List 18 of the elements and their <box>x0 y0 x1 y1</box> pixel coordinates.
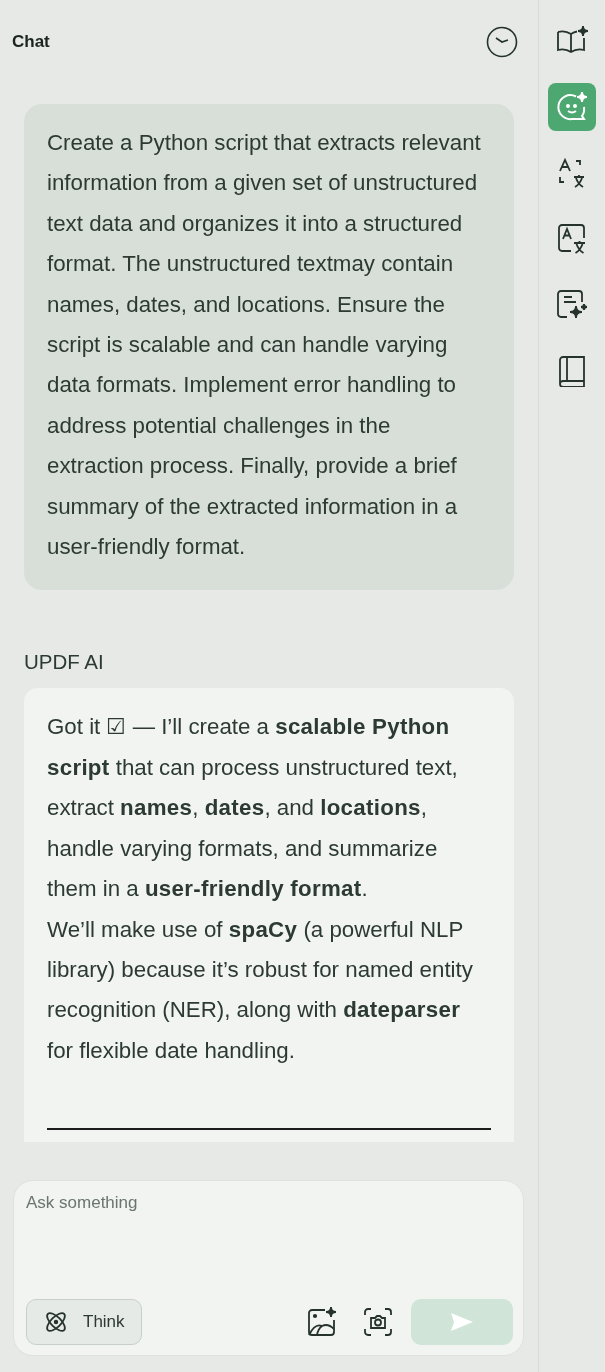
book-icon <box>558 355 586 387</box>
history-clock-icon[interactable] <box>486 26 518 58</box>
atom-icon <box>43 1309 69 1335</box>
sender-name: UPDF AI <box>24 649 105 676</box>
image-sparkle-icon[interactable] <box>307 1307 337 1337</box>
chat-sparkle-icon <box>556 91 588 123</box>
panel-title: Chat <box>12 32 50 52</box>
translate-box-icon <box>557 223 587 255</box>
ask-input-field[interactable]: Ask something <box>26 1193 326 1213</box>
message-text: Create a Python script that extracts relevant information from a given set of unstructured text data and organizes it into a structured format. The unstructured textmay contain names, dates, and locations. Ensure the script is scalable and can handle varying data formats. Implement error handling to address potential challenges in the extraction process. Finally, provide a brief summary of the extracted information in a user-friendly format. <box>47 129 482 562</box>
translate-icon <box>557 157 587 189</box>
send-icon <box>450 1312 474 1332</box>
screenshot-camera-icon[interactable] <box>363 1307 393 1337</box>
message-text: We’ll make use of spaCy (a powerful NLP library) because it’s robust for named entity recognition (NER), along with dateparser for flexible date handling. <box>47 915 474 1065</box>
think-button[interactable]: Think <box>26 1299 142 1345</box>
message-text: Got it ☑ — I’ll create a scalable Python script that can process unstructured text, extract names, dates, and locations, handle varying formats, and summarize them in a user-friendly format. <box>47 713 459 904</box>
book-sparkle-icon <box>556 26 588 56</box>
document-sparkle-icon <box>556 289 588 321</box>
